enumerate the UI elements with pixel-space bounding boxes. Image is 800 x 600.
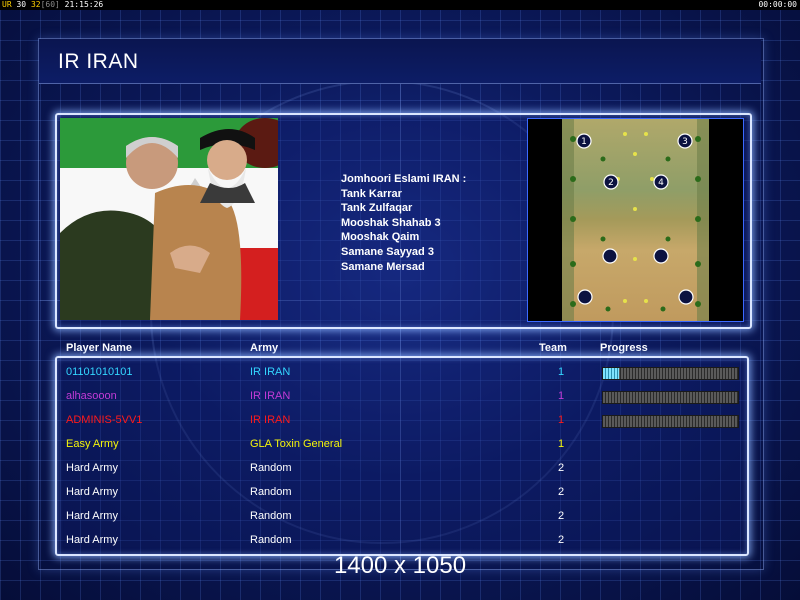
player-name: Hard Army	[66, 462, 118, 474]
player-team: 1	[558, 438, 565, 450]
player-army: IR IRAN	[250, 390, 291, 402]
player-name: 01101010101	[66, 366, 133, 378]
progress-bar	[602, 391, 739, 404]
resolution-label: 1400 x 1050	[333, 552, 467, 579]
info-unit: Tank Karrar	[341, 187, 402, 200]
player-row[interactable]: Hard Army Random 2	[0, 462, 800, 482]
player-army: Random	[250, 486, 292, 498]
player-row[interactable]: Hard Army Random 2	[0, 534, 800, 554]
player-army: Random	[250, 462, 292, 474]
player-name: alhasooon	[66, 390, 117, 402]
status-bar: UR 30 32[60] 21:15:26 00:00:00	[0, 0, 800, 10]
status-value-a: 30	[16, 0, 27, 9]
info-unit: Samane Sayyad 3	[341, 245, 434, 258]
info-unit: Samane Mersad	[341, 260, 425, 273]
player-team: 2	[558, 510, 565, 522]
player-name: Easy Army	[66, 438, 119, 450]
player-row[interactable]: alhasooon IR IRAN 1	[0, 390, 800, 410]
title-bar	[39, 39, 761, 84]
player-name: Hard Army	[66, 534, 118, 546]
player-army: GLA Toxin General	[250, 438, 343, 450]
header-progress: Progress	[600, 342, 648, 354]
header-team: Team	[539, 342, 567, 354]
player-team: 1	[558, 390, 565, 402]
header-player-name: Player Name	[66, 342, 133, 354]
progress-bar	[602, 415, 739, 428]
info-unit: Mooshak Qaim	[341, 231, 420, 244]
player-team: 1	[558, 366, 565, 378]
player-army: IR IRAN	[250, 414, 291, 426]
info-unit: Tank Zulfaqar	[341, 202, 413, 215]
player-army: Random	[250, 510, 292, 522]
player-row[interactable]: ADMINIS-5VV1 IR IRAN 1	[0, 414, 800, 434]
map-start-label: 2	[608, 178, 614, 188]
map-start-label: 3	[682, 137, 688, 147]
map-start-label: 1	[581, 137, 587, 147]
player-team: 2	[558, 486, 565, 498]
player-team: 1	[558, 414, 565, 426]
status-value-c: [60]	[40, 0, 60, 9]
header-army: Army	[250, 342, 279, 354]
player-team: 2	[558, 534, 565, 546]
map-preview[interactable]: 1 3 2 4	[527, 118, 744, 322]
status-prefix: UR	[2, 0, 12, 9]
page-title: IR IRAN	[58, 50, 139, 73]
player-name: ADMINIS-5VV1	[66, 414, 143, 426]
player-name: Hard Army	[66, 486, 118, 498]
progress-fill	[603, 368, 620, 379]
status-value-b: 32	[30, 0, 41, 9]
player-row[interactable]: Easy Army GLA Toxin General 1	[0, 438, 800, 458]
player-name: Hard Army	[66, 510, 118, 522]
player-row[interactable]: 01101010101 IR IRAN 1	[0, 366, 800, 386]
progress-bar	[602, 367, 739, 380]
status-left: UR 30 32[60] 21:15:26	[2, 0, 103, 10]
player-row[interactable]: Hard Army Random 2	[0, 486, 800, 506]
faction-portrait	[60, 118, 278, 320]
map-start-label: 4	[658, 178, 664, 188]
game-timer: 00:00:00	[758, 0, 797, 9]
status-clock: 21:15:26	[64, 0, 104, 9]
info-heading: Jomhoori Eslami IRAN :	[341, 173, 467, 185]
info-unit: Mooshak Shahab 3	[341, 216, 441, 229]
faction-info: Jomhoori Eslami IRAN : Tank Karrar Tank …	[341, 172, 466, 274]
player-army: Random	[250, 534, 292, 546]
player-army: IR IRAN	[250, 366, 291, 378]
player-team: 2	[558, 462, 565, 474]
player-row[interactable]: Hard Army Random 2	[0, 510, 800, 530]
